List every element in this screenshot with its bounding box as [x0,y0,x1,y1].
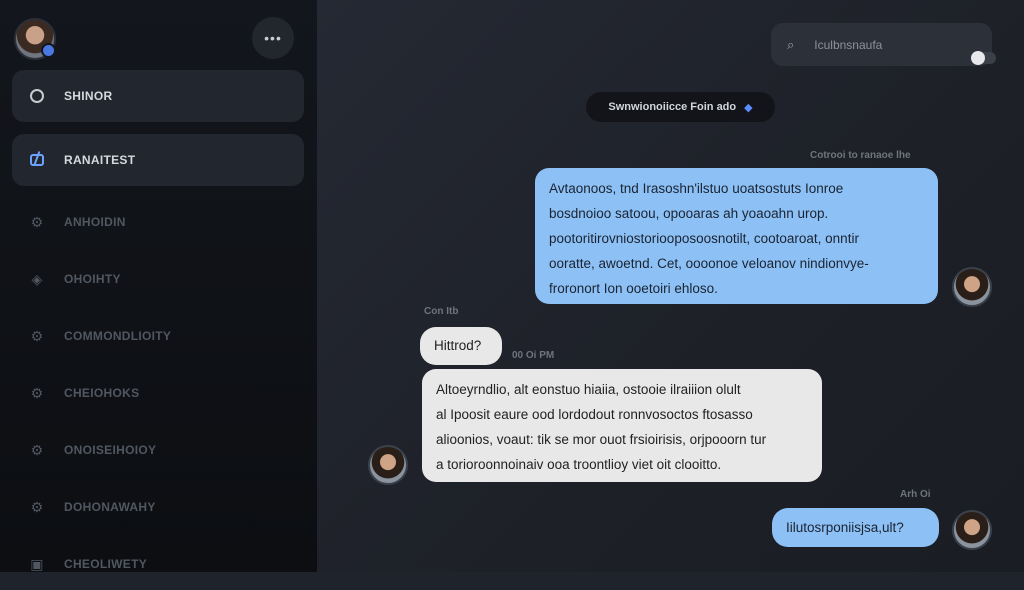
toggle-knob [971,51,985,65]
message-line: Iilutosrponiisjsa,ult? [786,520,904,535]
user-avatar[interactable] [14,18,56,60]
sidebar-item-label: DOHONAWAHY [64,500,156,514]
sidebar-item-label: RANAITEST [64,153,136,167]
diamond-icon: ◈ [31,270,43,287]
sidebar-item-cheiohoks[interactable]: ⚙ CHEIOHOKS [12,367,304,419]
message-line: pootoritirovniostoriooposoosnotilt, coot… [549,231,859,246]
message-bubble-outgoing[interactable]: Avtaonoos, tnd Irasoshn'ilstuo uoatsostu… [535,168,938,304]
gear-icon: ⚙ [30,441,44,458]
sidebar-item-label: ANHOIDIN [64,215,126,229]
sender-avatar[interactable] [952,267,992,307]
message-timestamp: Arh Oi [900,489,931,500]
sidebar-item-label: CHEOLIWETY [64,557,147,571]
sidebar-item-ohoihty[interactable]: ◈ OHOIHTY [12,253,304,305]
sidebar-item-label: SHINOR [64,89,113,103]
message-line: froronort Ion ooetoiri ehloso. [549,281,718,296]
search-icon: ⌕ [787,36,795,52]
box-icon: ▣ [30,555,44,572]
sidebar-item-label: ONOISEIHOIOY [64,443,157,457]
message-timestamp: Cotrooi to ranaoe lhe [810,150,911,161]
gear-icon: ⚙ [30,498,44,515]
message-bubble-incoming[interactable]: Hittrod? [420,327,502,365]
sidebar-item-dohonawahy[interactable]: ⚙ DOHONAWAHY [12,481,304,533]
online-status-icon [41,43,56,58]
search-placeholder: Iculbnsnaufa [814,37,883,52]
chat-grid-icon [28,151,46,169]
sender-avatar[interactable] [952,510,992,550]
message-timestamp: 00 Oi PM [512,350,555,361]
gear-icon: ⚙ [30,384,44,401]
sidebar-item-shinor[interactable]: SHINOR [12,70,304,122]
message-bubble-incoming[interactable]: Altoeyrndlio, alt eonstuo hiaiia, ostooi… [422,369,822,482]
more-dots-icon: ••• [264,30,282,46]
info-icon: ◆ [744,101,753,114]
sidebar-item-anhoidin[interactable]: ⚙ ANHOIDIN [12,196,304,248]
message-line: al Ipoosit eaure ood lordodout ronnvosoc… [436,407,753,422]
circle-icon [28,87,46,105]
more-options-button[interactable]: ••• [252,17,294,59]
sidebar-item-ranaitest[interactable]: RANAITEST [12,134,304,186]
message-line: a torioroonnoinaiv ooa troontlioy viet o… [436,457,722,472]
gear-icon: ⚙ [30,213,44,230]
date-separator-label: Swnwionoiicce Foin ado [608,101,737,113]
sidebar-item-label: COMMONDLIOITY [64,329,172,343]
theme-toggle[interactable] [971,51,996,65]
date-separator: Swnwionoiicce Foin ado ◆ [586,92,775,122]
gear-icon: ⚙ [30,327,44,344]
message-line: alioonios, voaut: tik se mor ouot frsioi… [436,432,767,447]
sidebar-item-label: CHEIOHOKS [64,386,140,400]
search-input[interactable]: ⌕ Iculbnsnaufa [771,23,992,66]
message-line: Avtaonoos, tnd Irasoshn'ilstuo uoatsostu… [549,181,844,196]
sidebar-item-cheoliwety[interactable]: ▣ CHEOLIWETY [12,538,304,590]
message-line: bosdnoioo satoou, opooaras ah yoaoahn ur… [549,206,829,221]
sidebar-item-onoiseihoioy[interactable]: ⚙ ONOISEIHOIOY [12,424,304,476]
sidebar-item-commondlioity[interactable]: ⚙ COMMONDLIOITY [12,310,304,362]
message-bubble-outgoing[interactable]: Iilutosrponiisjsa,ult? [772,508,939,547]
contact-avatar[interactable] [368,445,408,485]
message-line: ooratte, awoetnd. Cet, oooonoe veloanov … [549,256,869,271]
sidebar: ••• SHINOR RANAITEST ⚙ ANHOIDIN ◈ OHOIHT… [0,0,317,572]
sidebar-item-label: OHOIHTY [64,272,121,286]
message-line: Altoeyrndlio, alt eonstuo hiaiia, ostooi… [436,382,741,397]
message-line: Hittrod? [434,338,482,353]
message-timestamp: Con Itb [424,306,459,317]
